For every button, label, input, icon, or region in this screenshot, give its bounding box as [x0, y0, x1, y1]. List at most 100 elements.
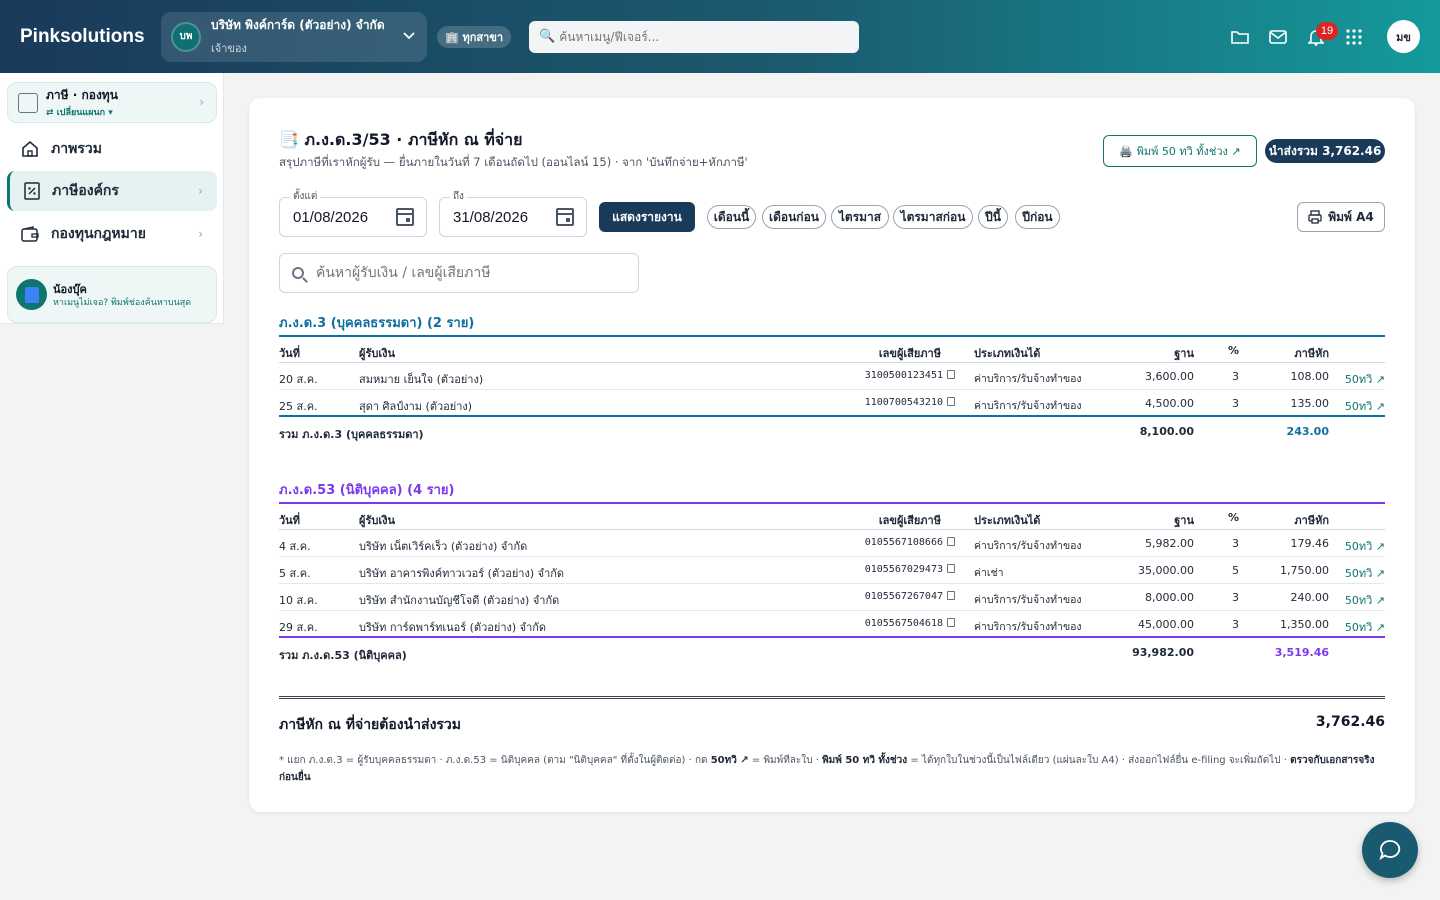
date-to-value: 31/08/2026: [453, 208, 529, 226]
col-tin: เลขผู้เสียภาษี: [878, 347, 941, 360]
total-label: รวม ภ.ง.ด.53 (นิติบุคคล): [279, 649, 407, 662]
chip-last-year[interactable]: ปีก่อน: [1015, 205, 1060, 229]
row-tax: 1,350.00: [1280, 618, 1329, 631]
print-50twi-link[interactable]: 50ทวิ ↗: [1345, 591, 1385, 609]
total-label: รวม ภ.ง.ด.3 (บุคคลธรรมดา): [279, 428, 424, 441]
search-icon: 🔍: [539, 29, 556, 44]
copy-icon[interactable]: [947, 591, 955, 600]
col-payee: ผู้รับเงิน: [359, 514, 395, 527]
folder-icon: [1231, 30, 1249, 44]
calendar-icon[interactable]: [396, 208, 414, 226]
col-tax: ภาษีหัก: [1294, 347, 1329, 360]
chevron-right-icon: ›: [198, 227, 203, 241]
row-date: 29 ส.ค.: [279, 621, 318, 634]
date-to-label: ถึง: [450, 189, 467, 204]
date-from-label: ตั้งแต่: [290, 189, 321, 204]
date-to-field[interactable]: ถึง 31/08/2026: [439, 189, 587, 237]
print-50twi-link[interactable]: 50ทวิ ↗: [1345, 370, 1385, 388]
total-base: 93,982.00: [1132, 646, 1194, 659]
company-switcher[interactable]: บพ บริษัท พิงค์การ์ด (ตัวอย่าง) จำกัด เจ…: [161, 11, 427, 62]
chat-button[interactable]: [1362, 822, 1418, 878]
row-pct: 3: [1232, 370, 1239, 383]
print-50twi-link[interactable]: 50ทวิ ↗: [1345, 537, 1385, 555]
page-title: 📑 ภ.ง.ด.3/53 · ภาษีหัก ณ ที่จ่าย: [279, 130, 523, 149]
chip-quarter[interactable]: ไตรมาส: [831, 205, 889, 229]
row-date: 10 ส.ค.: [279, 594, 318, 607]
row-type: ค่าบริการ/รับจ้างทำของ: [974, 373, 1082, 385]
col-base: ฐาน: [1174, 514, 1194, 527]
sidebar-item-label: กองทุนกฎหมาย: [51, 226, 146, 242]
pnd53-section-title: ภ.ง.ด.53 (นิติบุคคล) (4 ราย): [279, 483, 455, 498]
branch-selector[interactable]: 🏢 ทุกสาขา: [437, 25, 512, 48]
table-row: 29 ส.ค. บริษัท การ์ดพาร์ทเนอร์ (ตัวอย่าง…: [279, 611, 1385, 638]
folder-button[interactable]: [1221, 18, 1259, 56]
chip-last-quarter[interactable]: ไตรมาสก่อน: [893, 205, 973, 229]
pnd53-total-row: รวม ภ.ง.ด.53 (นิติบุคคล) 93,982.00 3,519…: [279, 638, 1385, 668]
apps-button[interactable]: [1335, 18, 1373, 56]
assistant-card[interactable]: น้องบุ๊ค หาเมนูไม่เจอ? พิมพ์ช่องค้นหาบนส…: [7, 266, 217, 323]
print-50twi-link[interactable]: 50ทวิ ↗: [1345, 564, 1385, 582]
tax-document-icon: [24, 182, 40, 200]
chip-last-month[interactable]: เดือนก่อน: [762, 205, 826, 229]
col-payee: ผู้รับเงิน: [359, 347, 395, 360]
row-tin: 3100500123451: [865, 370, 955, 381]
payee-search[interactable]: [279, 253, 639, 293]
table-row: 25 ส.ค. สุดา ศิลป์งาม (ตัวอย่าง) 1100700…: [279, 390, 1385, 417]
print-50twi-link[interactable]: 50ทวิ ↗: [1345, 397, 1385, 415]
print-50twi-range-button[interactable]: 🖨️ พิมพ์ 50 ทวิ ทั้งช่วง ↗: [1103, 135, 1257, 167]
row-tin: 0105567504618: [865, 618, 955, 629]
chip-this-month[interactable]: เดือนนี้: [707, 205, 756, 229]
calendar-icon[interactable]: [556, 208, 574, 226]
user-avatar[interactable]: มข: [1387, 20, 1420, 53]
copy-icon[interactable]: [947, 397, 955, 406]
mail-button[interactable]: [1259, 18, 1297, 56]
row-base: 3,600.00: [1145, 370, 1194, 383]
brand-logo[interactable]: Pinksolutions: [20, 26, 160, 48]
global-search-input[interactable]: [559, 29, 850, 44]
printer-icon: [1308, 210, 1322, 224]
col-date: วันที่: [279, 347, 300, 360]
sidebar-item-overview[interactable]: ภาพรวม: [7, 129, 217, 169]
department-switcher[interactable]: ภาษี · กองทุน ⇄ เปลี่ยนแผนก ▾ ›: [7, 82, 217, 123]
col-type: ประเภทเงินได้: [974, 347, 1041, 360]
copy-icon[interactable]: [947, 537, 955, 546]
chevron-right-icon: ›: [198, 184, 203, 198]
row-date: 25 ส.ค.: [279, 400, 318, 413]
wallet-icon: [21, 226, 39, 242]
row-payee: บริษัท เน็ตเวิร์คเร็ว (ตัวอย่าง) จำกัด: [359, 540, 528, 553]
chevron-right-icon: ›: [199, 95, 204, 109]
sidebar-item-corporate-tax[interactable]: ภาษีองค์กร ›: [7, 171, 217, 211]
row-type: ค่าบริการ/รับจ้างทำของ: [974, 594, 1082, 606]
copy-icon[interactable]: [947, 564, 955, 573]
payee-search-input[interactable]: [316, 265, 616, 281]
show-report-button[interactable]: แสดงรายงาน: [599, 202, 695, 232]
row-tin: 0105567029473: [865, 564, 955, 575]
row-base: 5,982.00: [1145, 537, 1194, 550]
row-tax: 1,750.00: [1280, 564, 1329, 577]
sidebar-item-label: ภาพรวม: [51, 141, 102, 157]
row-payee: สมหมาย เย็นใจ (ตัวอย่าง): [359, 373, 484, 386]
pnd53-table: วันที่ ผู้รับเงิน เลขผู้เสียภาษี ประเภทเ…: [279, 502, 1385, 668]
sidebar-item-legal-funds[interactable]: กองทุนกฎหมาย ›: [7, 214, 217, 254]
global-search[interactable]: 🔍: [529, 20, 860, 53]
row-date: 20 ส.ค.: [279, 373, 318, 386]
row-type: ค่าบริการ/รับจ้างทำของ: [974, 540, 1082, 552]
department-switch-link[interactable]: ⇄ เปลี่ยนแผนก ▾: [46, 105, 118, 119]
print-a4-button[interactable]: พิมพ์ A4: [1297, 202, 1385, 232]
row-pct: 3: [1232, 591, 1239, 604]
row-payee: สุดา ศิลป์งาม (ตัวอย่าง): [359, 400, 473, 413]
page-subtitle: สรุปภาษีที่เราหักผู้รับ — ยื่นภายในวันที…: [279, 155, 748, 169]
row-tin: 1100700543210: [865, 397, 955, 408]
print-50twi-link[interactable]: 50ทวิ ↗: [1345, 618, 1385, 636]
notification-button[interactable]: 19: [1297, 18, 1338, 56]
col-date: วันที่: [279, 514, 300, 527]
assistant-hint: หาเมนูไม่เจอ? พิมพ์ช่องค้นหาบนสุด: [53, 298, 192, 308]
copy-icon[interactable]: [947, 618, 955, 627]
chip-this-year[interactable]: ปีนี้: [978, 205, 1008, 229]
copy-icon[interactable]: [947, 370, 955, 379]
grand-total-value: 3,762.46: [1315, 714, 1385, 730]
row-base: 4,500.00: [1145, 397, 1194, 410]
col-pct: %: [1227, 344, 1239, 357]
table-header: วันที่ ผู้รับเงิน เลขผู้เสียภาษี ประเภทเ…: [279, 337, 1385, 363]
date-from-field[interactable]: ตั้งแต่ 01/08/2026: [279, 189, 427, 237]
